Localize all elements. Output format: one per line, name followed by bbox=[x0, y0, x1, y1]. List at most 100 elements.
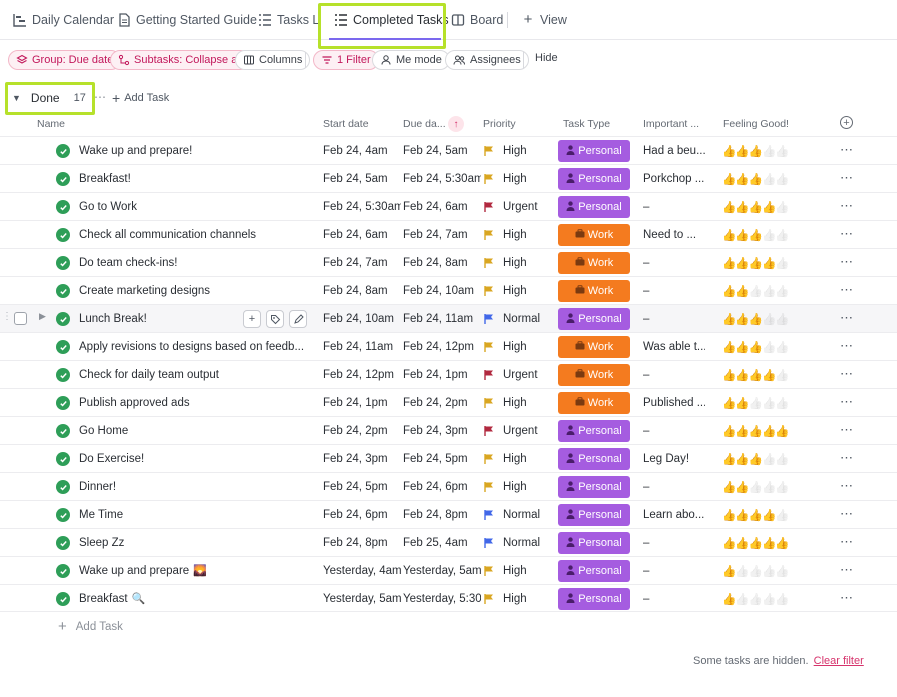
thumbs-up-icon[interactable]: 👍 bbox=[749, 592, 763, 606]
thumbs-up-icon[interactable]: 👍 bbox=[775, 564, 789, 578]
task-name[interactable]: Apply revisions to designs based on feed… bbox=[79, 333, 309, 360]
collapse-caret-icon[interactable]: ▼ bbox=[12, 93, 21, 103]
completed-status-icon[interactable] bbox=[56, 144, 70, 158]
thumbs-up-icon[interactable]: 👍 bbox=[775, 172, 789, 186]
add-column-icon[interactable]: + bbox=[840, 116, 853, 129]
thumbs-up-icon[interactable]: 👍 bbox=[735, 256, 749, 270]
start-date-cell[interactable]: Feb 24, 10am bbox=[323, 305, 401, 332]
due-date-cell[interactable]: Feb 25, 4am bbox=[403, 529, 481, 556]
tab-board[interactable]: Board bbox=[444, 0, 509, 40]
thumbs-up-icon[interactable]: 👍 bbox=[775, 368, 789, 382]
due-date-cell[interactable]: Feb 24, 8pm bbox=[403, 501, 481, 528]
thumbs-up-icon[interactable]: 👍 bbox=[735, 200, 749, 214]
thumbs-up-icon[interactable]: 👍 bbox=[722, 312, 736, 326]
thumbs-up-icon[interactable]: 👍 bbox=[722, 368, 736, 382]
feeling-rating[interactable]: 👍 👍 👍 👍 👍 bbox=[722, 221, 814, 248]
task-type-badge[interactable]: Personal bbox=[558, 140, 630, 162]
feeling-rating[interactable]: 👍 👍 👍 👍 👍 bbox=[722, 557, 814, 584]
row-select-checkbox[interactable] bbox=[14, 312, 27, 325]
start-date-cell[interactable]: Feb 24, 5pm bbox=[323, 473, 401, 500]
due-date-cell[interactable]: Feb 24, 8am bbox=[403, 249, 481, 276]
table-row[interactable]: ⋮⋮ ▶ Lunch Break! + Feb 24, 10am Feb 24, 11am… bbox=[0, 304, 897, 332]
thumbs-up-icon[interactable]: 👍 bbox=[762, 340, 776, 354]
row-more-icon[interactable]: ⋯ bbox=[840, 534, 853, 550]
thumbs-up-icon[interactable]: 👍 bbox=[735, 592, 749, 606]
rename-pencil-icon[interactable] bbox=[289, 310, 307, 328]
thumbs-up-icon[interactable]: 👍 bbox=[775, 284, 789, 298]
task-name[interactable]: Breakfast! bbox=[79, 165, 309, 192]
feeling-rating[interactable]: 👍 👍 👍 👍 👍 bbox=[722, 529, 814, 556]
table-row[interactable]: Do Exercise! Feb 24, 3pm Feb 24, 5pm High Pe… bbox=[0, 444, 897, 472]
add-task-button[interactable]: + Add Task bbox=[112, 91, 169, 105]
start-date-cell[interactable]: Feb 24, 11am bbox=[323, 333, 401, 360]
priority-cell[interactable]: Normal bbox=[483, 501, 558, 528]
start-date-cell[interactable]: Feb 24, 4am bbox=[323, 137, 401, 164]
thumbs-up-icon[interactable]: 👍 bbox=[775, 592, 789, 606]
completed-status-icon[interactable] bbox=[56, 452, 70, 466]
columns-chip[interactable]: Columns bbox=[235, 50, 311, 70]
thumbs-up-icon[interactable]: 👍 bbox=[749, 144, 763, 158]
task-name[interactable]: Me Time bbox=[79, 501, 309, 528]
feeling-rating[interactable]: 👍 👍 👍 👍 👍 bbox=[722, 305, 814, 332]
task-type-badge[interactable]: Work bbox=[558, 280, 630, 302]
due-date-cell[interactable]: Feb 24, 5am bbox=[403, 137, 481, 164]
thumbs-up-icon[interactable]: 👍 bbox=[722, 592, 736, 606]
priority-cell[interactable]: High bbox=[483, 249, 558, 276]
thumbs-up-icon[interactable]: 👍 bbox=[762, 368, 776, 382]
priority-cell[interactable]: Urgent bbox=[483, 417, 558, 444]
thumbs-up-icon[interactable]: 👍 bbox=[775, 200, 789, 214]
start-date-cell[interactable]: Feb 24, 3pm bbox=[323, 445, 401, 472]
feeling-rating[interactable]: 👍 👍 👍 👍 👍 bbox=[722, 361, 814, 388]
start-date-cell[interactable]: Feb 24, 7am bbox=[323, 249, 401, 276]
tag-icon[interactable] bbox=[266, 310, 284, 328]
thumbs-up-icon[interactable]: 👍 bbox=[762, 564, 776, 578]
thumbs-up-icon[interactable]: 👍 bbox=[722, 256, 736, 270]
due-date-cell[interactable]: Feb 24, 12pm bbox=[403, 333, 481, 360]
thumbs-up-icon[interactable]: 👍 bbox=[722, 396, 736, 410]
group-by-chip[interactable]: Group: Due date bbox=[8, 50, 122, 70]
thumbs-up-icon[interactable]: 👍 bbox=[722, 144, 736, 158]
hide-button[interactable]: Hide bbox=[535, 52, 558, 64]
task-name[interactable]: Publish approved ads bbox=[79, 389, 309, 416]
thumbs-up-icon[interactable]: 👍 bbox=[735, 228, 749, 242]
important-notes-cell[interactable]: – bbox=[643, 305, 705, 332]
priority-cell[interactable]: High bbox=[483, 137, 558, 164]
priority-cell[interactable]: High bbox=[483, 333, 558, 360]
column-header-due-date[interactable]: Due da... bbox=[403, 118, 446, 130]
important-notes-cell[interactable]: – bbox=[643, 361, 705, 388]
completed-status-icon[interactable] bbox=[56, 312, 70, 326]
thumbs-up-icon[interactable]: 👍 bbox=[762, 284, 776, 298]
thumbs-up-icon[interactable]: 👍 bbox=[775, 256, 789, 270]
task-name[interactable]: Sleep Zz bbox=[79, 529, 309, 556]
task-type-badge[interactable]: Work bbox=[558, 252, 630, 274]
sort-ascending-icon[interactable]: ↑ bbox=[448, 116, 464, 132]
thumbs-up-icon[interactable]: 👍 bbox=[775, 536, 789, 550]
thumbs-up-icon[interactable]: 👍 bbox=[735, 396, 749, 410]
add-subtask-button[interactable]: + bbox=[243, 310, 261, 328]
thumbs-up-icon[interactable]: 👍 bbox=[762, 312, 776, 326]
start-date-cell[interactable]: Feb 24, 5:30am bbox=[323, 193, 401, 220]
row-more-icon[interactable]: ⋯ bbox=[840, 478, 853, 494]
priority-cell[interactable]: Normal bbox=[483, 529, 558, 556]
row-more-icon[interactable]: ⋯ bbox=[840, 310, 853, 326]
thumbs-up-icon[interactable]: 👍 bbox=[775, 340, 789, 354]
thumbs-up-icon[interactable]: 👍 bbox=[749, 312, 763, 326]
priority-cell[interactable]: High bbox=[483, 165, 558, 192]
due-date-cell[interactable]: Feb 24, 3pm bbox=[403, 417, 481, 444]
column-header-name[interactable]: Name bbox=[37, 118, 65, 130]
row-more-icon[interactable]: ⋯ bbox=[840, 226, 853, 242]
thumbs-up-icon[interactable]: 👍 bbox=[749, 256, 763, 270]
thumbs-up-icon[interactable]: 👍 bbox=[722, 172, 736, 186]
completed-status-icon[interactable] bbox=[56, 424, 70, 438]
task-name[interactable]: Wake up and prepare! bbox=[79, 137, 309, 164]
due-date-cell[interactable]: Feb 24, 6am bbox=[403, 193, 481, 220]
table-row[interactable]: Create marketing designs Feb 24, 8am Feb 2… bbox=[0, 276, 897, 304]
priority-cell[interactable]: High bbox=[483, 557, 558, 584]
priority-cell[interactable]: High bbox=[483, 473, 558, 500]
important-notes-cell[interactable]: Published ... bbox=[643, 389, 705, 416]
priority-cell[interactable]: Urgent bbox=[483, 361, 558, 388]
column-header-feeling-good[interactable]: Feeling Good! bbox=[723, 118, 789, 130]
thumbs-up-icon[interactable]: 👍 bbox=[722, 228, 736, 242]
table-row[interactable]: Go to Work Feb 24, 5:30am Feb 24, 6am Urgen… bbox=[0, 192, 897, 220]
clear-filter-link[interactable]: Clear filter bbox=[814, 655, 864, 667]
